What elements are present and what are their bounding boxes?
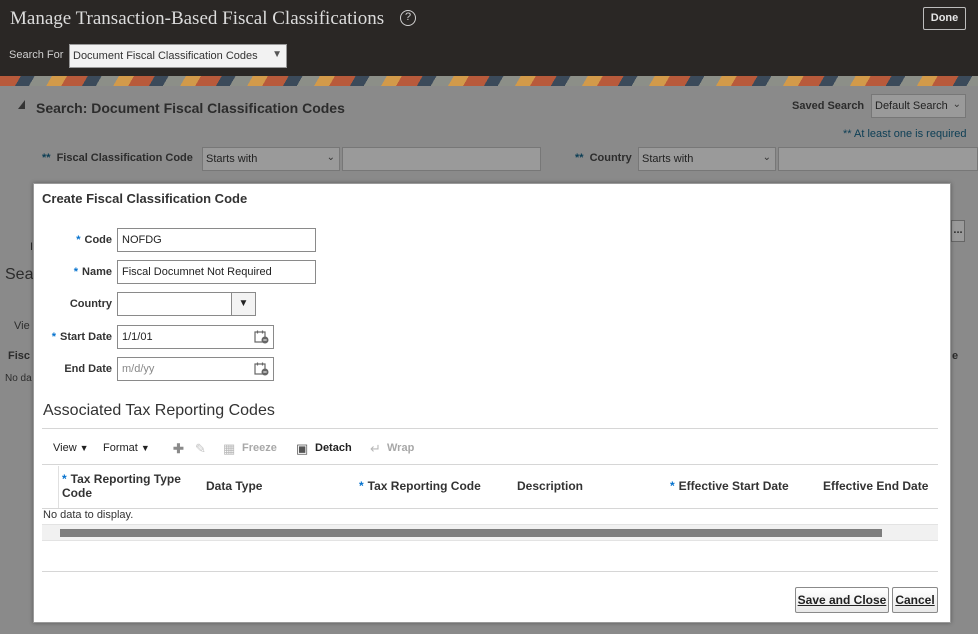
empty-table-message: No data to display. [43, 509, 134, 521]
calendar-icon[interactable] [254, 330, 269, 344]
required-mark: ** [42, 152, 51, 164]
saved-search-select: Default Search ⌄ [871, 94, 966, 118]
scrollbar-thumb[interactable] [60, 529, 882, 537]
search-for-select[interactable]: Document Fiscal Classification Codes ▼ [69, 44, 287, 68]
code-label-text: Code [84, 234, 113, 246]
search-for-label: Search For [9, 49, 64, 61]
detach-button[interactable]: Detach [315, 442, 352, 454]
save-and-close-button[interactable]: Save and Close [795, 587, 889, 613]
country-combobox[interactable]: ▼ [117, 292, 256, 316]
caret-down-icon: ▼ [79, 443, 89, 453]
col-effective-end-date[interactable]: Effective End Date [823, 479, 928, 493]
dialog-title: Create Fiscal Classification Code [42, 191, 248, 206]
name-input[interactable]: Fiscal Documnet Not Required [117, 260, 316, 284]
section-divider [42, 428, 938, 429]
required-mark: * [76, 234, 81, 246]
start-date-value: 1/1/01 [122, 331, 153, 343]
fcc-value-input [342, 147, 541, 171]
section-title: Associated Tax Reporting Codes [43, 402, 275, 419]
name-label: * Name [74, 266, 112, 278]
end-date-label: End Date [64, 363, 112, 375]
col-tax-reporting-code-label: Tax Reporting Code [367, 479, 481, 493]
app-header: Manage Transaction-Based Fiscal Classifi… [0, 0, 978, 76]
horizontal-scrollbar[interactable] [42, 524, 938, 541]
start-date-label: * Start Date [52, 331, 112, 343]
format-menu-label: Format [103, 442, 138, 454]
start-date-input[interactable]: 1/1/01 [117, 325, 274, 349]
bg-stub-vie: Vie [14, 320, 30, 332]
country-value-input [778, 147, 978, 171]
country-operator-value: Starts with [642, 153, 694, 165]
fcc-label-text: Fiscal Classification Code [56, 152, 193, 164]
country-operator-select: Starts with ⌄ [638, 147, 776, 171]
chevron-down-icon: ▼ [272, 49, 282, 60]
table-toolbar: View ▼ Format ▼ ✚ ✎ ▦ Freeze ▣ Detach ↵ Wr… [42, 436, 938, 462]
fcc-operator-value: Starts with [206, 153, 258, 165]
column-separator [58, 466, 59, 508]
footer-divider [42, 571, 938, 572]
view-menu[interactable]: View ▼ [53, 442, 89, 454]
table-top-border [42, 464, 938, 465]
bg-stub-fisc: Fisc [8, 350, 31, 362]
fcc-operator-select: Starts with ⌄ [202, 147, 340, 171]
end-date-placeholder: m/d/yy [122, 363, 155, 375]
search-for-value: Document Fiscal Classification Codes [73, 50, 258, 62]
required-mark: * [359, 479, 364, 493]
country-label-text: Country [589, 152, 632, 164]
chevron-down-icon: ⌄ [952, 99, 961, 110]
bg-stub-more: ... [951, 220, 965, 242]
plus-icon[interactable]: ✚ [173, 441, 184, 457]
wrap-button[interactable]: Wrap [387, 442, 414, 454]
dropdown-arrow-icon[interactable]: ▼ [231, 293, 255, 315]
calendar-icon[interactable] [254, 362, 269, 376]
col-effective-start-date[interactable]: * Effective Start Date [670, 479, 789, 493]
table-header-border [42, 508, 938, 509]
format-menu[interactable]: Format ▼ [103, 442, 150, 454]
freeze-button[interactable]: Freeze [242, 442, 277, 454]
page-title: Manage Transaction-Based Fiscal Classifi… [10, 8, 385, 29]
bg-stub-e: e [952, 350, 959, 362]
decorative-banner [0, 76, 978, 86]
cancel-button[interactable]: Cancel [892, 587, 938, 613]
wrap-icon: ↵ [370, 441, 381, 456]
code-input[interactable]: NOFDG [117, 228, 316, 252]
saved-search-label: Saved Search [792, 100, 865, 112]
detach-icon: ▣ [296, 441, 309, 456]
required-note: ** At least one is required [843, 128, 967, 140]
start-date-label-text: Start Date [60, 331, 112, 343]
chevron-down-icon: ⌄ [326, 152, 335, 163]
saved-search-value: Default Search [875, 100, 948, 112]
end-date-input[interactable]: m/d/yy [117, 357, 274, 381]
done-button[interactable]: Done [923, 7, 966, 30]
col-data-type[interactable]: Data Type [206, 479, 262, 493]
view-menu-label: View [53, 442, 77, 454]
create-fiscal-code-dialog: Create Fiscal Classification Code * Code … [33, 183, 951, 623]
col-tax-reporting-code[interactable]: * Tax Reporting Code [359, 479, 481, 493]
caret-down-icon: ▼ [140, 443, 150, 453]
col-tax-reporting-type-code-label: Tax Reporting Type Code [62, 472, 181, 500]
required-mark: * [73, 266, 79, 278]
col-description[interactable]: Description [517, 479, 583, 493]
collapse-triangle-icon [18, 100, 25, 109]
pencil-icon[interactable]: ✎ [195, 441, 206, 457]
country-field-label: Country [69, 298, 112, 310]
required-mark: ** [575, 152, 584, 164]
search-panel-title: Search: Document Fiscal Classification C… [36, 100, 345, 116]
code-label: * Code [76, 234, 112, 246]
col-tax-reporting-type-code[interactable]: * Tax Reporting Type Code [62, 472, 192, 500]
freeze-icon: ▦ [223, 441, 236, 456]
chevron-down-icon: ⌄ [762, 152, 771, 163]
country-label: ** Country [575, 152, 632, 164]
col-effective-start-date-label: Effective Start Date [678, 479, 789, 493]
name-label-text: Name [82, 266, 112, 278]
help-icon[interactable]: ? [400, 10, 416, 26]
fcc-label: ** Fiscal Classification Code [42, 152, 193, 164]
required-mark: * [62, 472, 67, 486]
required-mark: * [51, 331, 57, 343]
bg-stub-sea: Sea [5, 266, 34, 283]
required-mark: * [670, 479, 675, 493]
bg-stub-no-da: No da [5, 373, 32, 384]
